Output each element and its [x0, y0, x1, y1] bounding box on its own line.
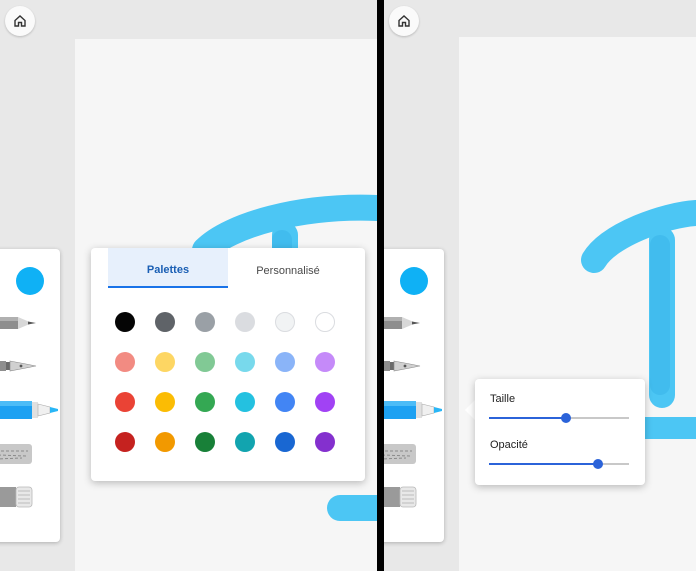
stroke-eraser-icon[interactable]: [384, 482, 456, 512]
color-swatch[interactable]: [155, 312, 175, 332]
fountain-pen-icon[interactable]: [384, 352, 456, 382]
color-tabs: Palettes Personnalisé: [108, 248, 348, 288]
color-swatch[interactable]: [315, 392, 335, 412]
home-icon: [14, 15, 26, 27]
panel-divider: [377, 0, 384, 571]
color-swatch[interactable]: [235, 312, 255, 332]
fountain-pen-icon[interactable]: [0, 352, 72, 382]
opacity-slider-fill: [489, 463, 599, 465]
selected-color-button[interactable]: [16, 267, 44, 295]
color-swatch[interactable]: [315, 312, 335, 332]
home-button[interactable]: [389, 6, 419, 36]
color-swatch[interactable]: [115, 432, 135, 452]
home-icon: [398, 15, 410, 27]
color-swatch[interactable]: [155, 392, 175, 412]
color-swatch[interactable]: [195, 312, 215, 332]
highlighter-icon[interactable]: [384, 395, 456, 425]
eraser-icon[interactable]: [0, 439, 72, 469]
settings-popup-arrow: [465, 400, 475, 420]
color-swatch[interactable]: [155, 352, 175, 372]
left-screenshot-panel: Palettes Personnalisé: [0, 0, 377, 571]
tab-palettes[interactable]: Palettes: [108, 248, 228, 288]
size-slider-fill: [489, 417, 566, 419]
color-swatch[interactable]: [115, 392, 135, 412]
size-slider[interactable]: [489, 413, 629, 423]
highlighter-icon[interactable]: [0, 395, 72, 425]
color-swatch[interactable]: [275, 392, 295, 412]
color-swatch[interactable]: [275, 352, 295, 372]
color-swatch-grid: [115, 312, 341, 452]
opacity-slider[interactable]: [489, 459, 629, 469]
pencil-icon[interactable]: [0, 309, 72, 339]
selected-color-button[interactable]: [400, 267, 428, 295]
opacity-slider-thumb[interactable]: [593, 459, 604, 469]
color-swatch[interactable]: [195, 352, 215, 372]
home-button[interactable]: [5, 6, 35, 36]
color-swatch[interactable]: [315, 432, 335, 452]
color-swatch[interactable]: [235, 392, 255, 412]
pencil-icon[interactable]: [384, 309, 456, 339]
color-swatch[interactable]: [155, 432, 175, 452]
color-swatch[interactable]: [195, 432, 215, 452]
color-swatch[interactable]: [115, 312, 135, 332]
color-picker-popup: Palettes Personnalisé: [91, 248, 365, 481]
size-label: Taille: [490, 393, 516, 405]
color-swatch[interactable]: [275, 312, 295, 332]
tool-palette: [0, 249, 60, 542]
color-swatch[interactable]: [235, 352, 255, 372]
drawing-canvas[interactable]: [459, 37, 696, 571]
color-swatch[interactable]: [275, 432, 295, 452]
color-swatch[interactable]: [315, 352, 335, 372]
tab-personnalise[interactable]: Personnalisé: [228, 248, 348, 288]
eraser-icon[interactable]: [384, 439, 456, 469]
color-swatch[interactable]: [195, 392, 215, 412]
stroke-eraser-icon[interactable]: [0, 482, 72, 512]
size-slider-thumb[interactable]: [561, 413, 571, 423]
opacity-label: Opacité: [490, 439, 528, 451]
color-swatch[interactable]: [235, 432, 255, 452]
tool-palette: [384, 249, 444, 542]
stroke-settings-popup: Taille Opacité: [475, 379, 645, 485]
color-swatch[interactable]: [115, 352, 135, 372]
right-screenshot-panel: Taille Opacité: [384, 0, 696, 571]
